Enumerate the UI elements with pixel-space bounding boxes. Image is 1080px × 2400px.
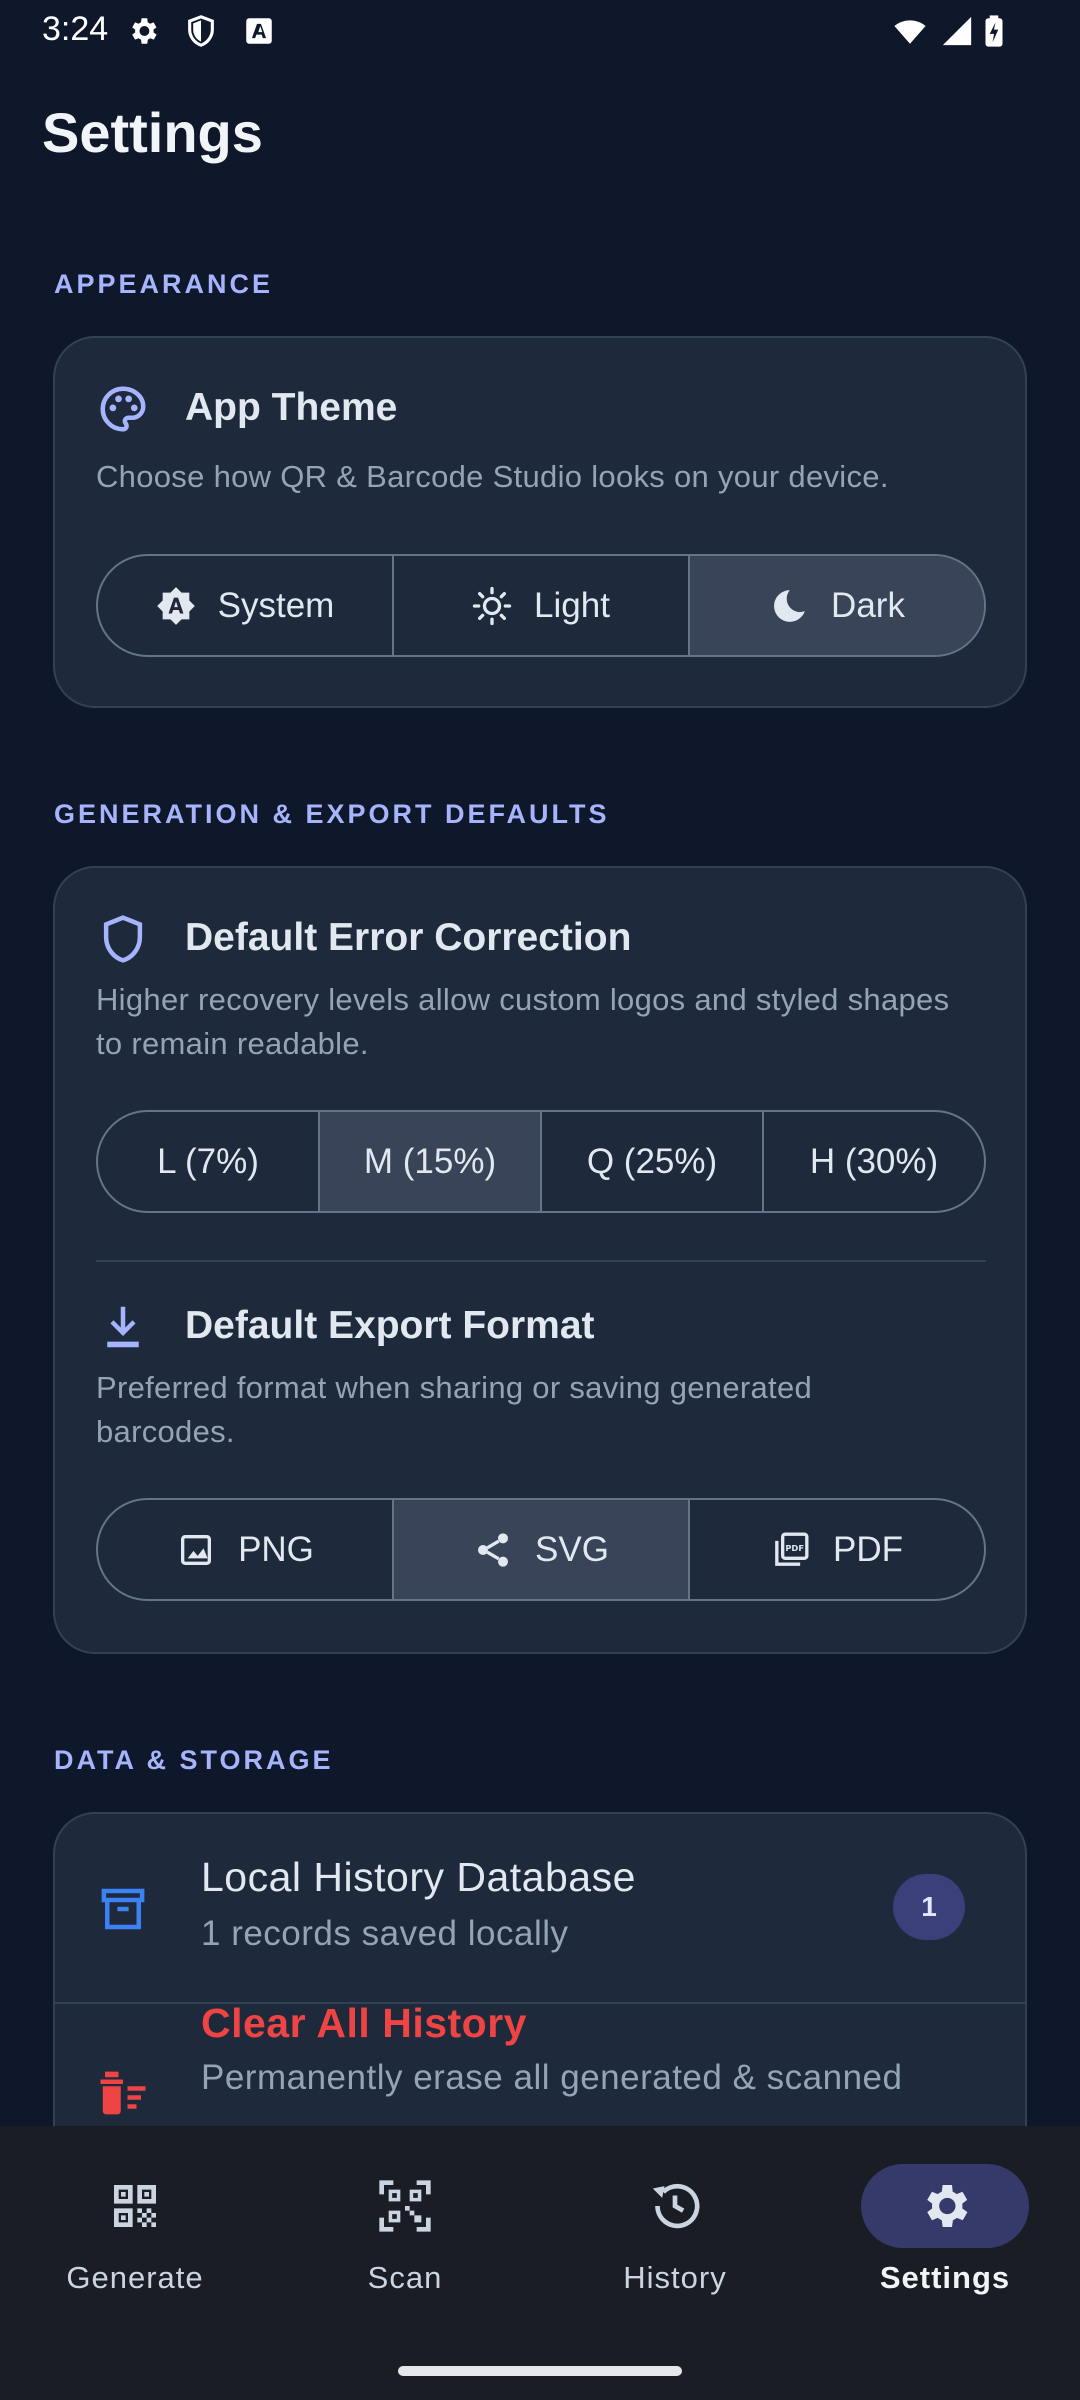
nav-item-generate[interactable]: Generate [0,2126,270,2326]
history-database-row[interactable]: Local History Database 1 records saved l… [55,1814,1025,2002]
share-icon [473,1530,513,1570]
theme-option-light[interactable]: Light [394,556,690,655]
format-option-label: PDF [833,1529,903,1569]
theme-option-label: System [217,585,335,625]
font-a-icon [242,14,276,48]
moon-icon [769,586,809,626]
theme-selector: System Light Dark [96,554,986,657]
history-database-title: Local History Database [201,1854,636,1900]
ec-option-label: M (15%) [363,1141,497,1181]
generation-defaults-card: Default Error Correction Higher recovery… [53,866,1027,1654]
history-icon [647,2178,703,2234]
home-indicator[interactable] [398,2366,682,2376]
nav-label-history: History [623,2260,727,2295]
archive-icon [96,1882,150,1936]
qr-scanner-icon [377,2178,433,2234]
settings-screen: 3:24 Settings APPEARANCE App Theme Choos… [0,0,1080,2400]
ec-option-m[interactable]: M (15%) [320,1112,542,1211]
format-option-png[interactable]: PNG [98,1500,394,1599]
ec-option-label: L (7%) [157,1141,259,1181]
brightness-auto-icon [156,586,196,626]
history-database-subtitle: 1 records saved locally [201,1914,569,1953]
nav-label-scan: Scan [367,2260,443,2295]
theme-option-dark[interactable]: Dark [690,556,984,655]
section-label-generation: GENERATION & EXPORT DEFAULTS [54,799,610,829]
ec-option-h[interactable]: H (30%) [764,1112,984,1211]
clear-history-title: Clear All History [201,2000,527,2046]
delete-sweep-icon [96,2066,150,2120]
format-option-svg[interactable]: SVG [394,1500,690,1599]
export-format-description-line1: Preferred format when sharing or saving … [96,1370,813,1405]
wifi-icon [890,14,930,48]
error-correction-description-line2: to remain readable. [96,1026,369,1061]
ec-option-label: Q (25%) [586,1141,718,1181]
qr-code-icon [107,2178,163,2234]
export-format-title: Default Export Format [185,1304,595,1347]
format-option-label: SVG [535,1529,609,1569]
section-label-data-storage: DATA & STORAGE [54,1745,334,1775]
download-icon [96,1300,150,1354]
nav-label-generate: Generate [66,2260,204,2295]
svg-text:PDF: PDF [785,1543,804,1553]
history-count-badge: 1 [893,1874,965,1940]
status-bar: 3:24 [0,0,1080,62]
error-correction-title: Default Error Correction [185,916,632,959]
bottom-navigation: Generate Scan History Settings [0,2126,1080,2400]
format-option-pdf[interactable]: PDF PDF [690,1500,984,1599]
ec-option-label: H (30%) [809,1141,939,1181]
error-correction-selector: L (7%) M (15%) Q (25%) H (30%) [96,1110,986,1213]
section-label-appearance: APPEARANCE [54,269,274,299]
pdf-icon: PDF [771,1530,811,1570]
clear-history-subtitle: Permanently erase all generated & scanne… [201,2058,903,2097]
shield-outline-icon [96,912,150,966]
nav-item-settings[interactable]: Settings [810,2126,1080,2326]
status-time: 3:24 [42,10,109,48]
gear-icon [126,14,160,48]
export-format-description-line2: barcodes. [96,1414,235,1449]
signal-icon [940,14,974,48]
sun-icon [472,586,512,626]
settings-gear-icon [917,2178,973,2234]
theme-option-system[interactable]: System [98,556,394,655]
ec-option-q[interactable]: Q (25%) [542,1112,764,1211]
nav-item-history[interactable]: History [540,2126,810,2326]
shield-icon [184,14,218,48]
theme-option-label: Dark [831,585,905,625]
app-theme-card: App Theme Choose how QR & Barcode Studio… [53,336,1027,708]
error-correction-description-line1: Higher recovery levels allow custom logo… [96,982,950,1017]
format-option-label: PNG [238,1529,314,1569]
battery-charging-icon [980,14,1008,48]
theme-option-label: Light [534,585,610,625]
export-format-selector: PNG SVG PDF PDF [96,1498,986,1601]
app-theme-description: Choose how QR & Barcode Studio looks on … [96,459,889,494]
ec-option-l[interactable]: L (7%) [98,1112,320,1211]
page-title: Settings [42,101,263,164]
nav-label-settings: Settings [879,2260,1011,2295]
app-theme-title: App Theme [185,386,398,429]
nav-item-scan[interactable]: Scan [270,2126,540,2326]
card-divider [96,1260,986,1262]
image-icon [176,1530,216,1570]
palette-icon [96,382,150,436]
